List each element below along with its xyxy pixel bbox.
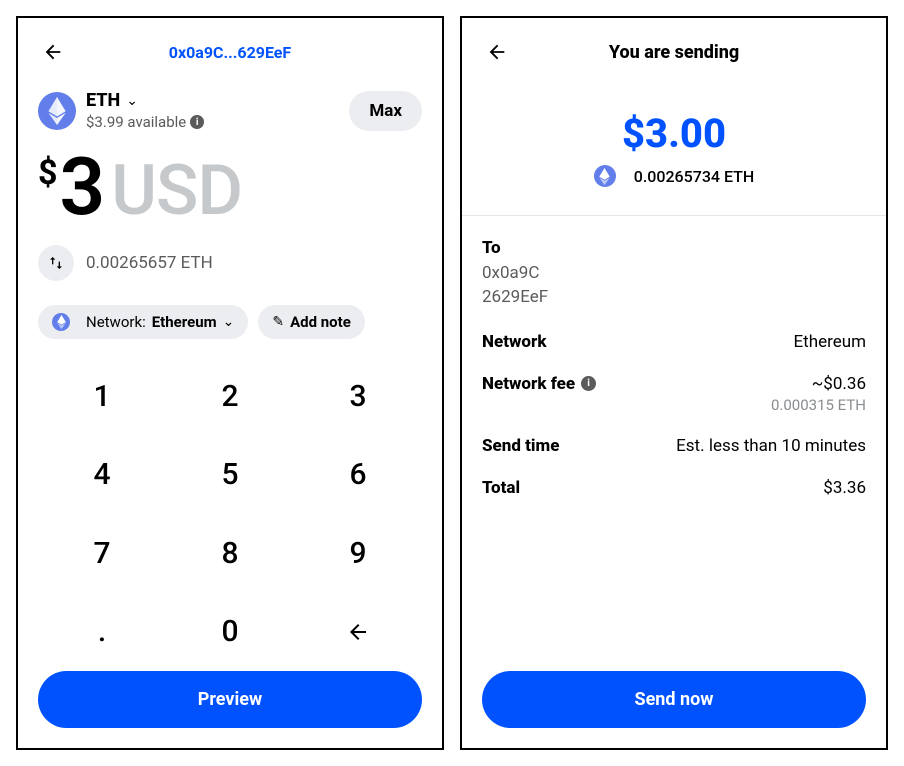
pencil-icon: ✎ <box>272 314 284 330</box>
conversion-row: 0.00265657 ETH <box>38 245 422 281</box>
numeric-keypad: 1 2 3 4 5 6 7 8 9 . 0 <box>38 357 422 671</box>
asset-symbol: ETH <box>86 90 120 111</box>
to-label: To <box>482 238 866 258</box>
network-selector[interactable]: Network: Ethereum ⌄ <box>38 305 248 339</box>
network-name: Ethereum <box>152 313 217 331</box>
info-icon[interactable]: i <box>190 115 204 129</box>
recipient-address-link[interactable]: 0x0a9C...629EeF <box>68 43 392 62</box>
fee-row: Network fee i ~$0.36 0.000315 ETH <box>482 374 866 414</box>
header: You are sending <box>482 36 866 68</box>
send-time-value: Est. less than 10 minutes <box>676 436 866 456</box>
to-address-line1: 0x0a9C <box>482 262 866 286</box>
arrow-left-icon <box>486 41 508 63</box>
send-amount-crypto: 0.00265734 ETH <box>634 167 755 186</box>
send-amount-crypto-row: 0.00265734 ETH <box>482 165 866 187</box>
details: To 0x0a9C 2629EeF Network Ethereum Netwo… <box>482 238 866 498</box>
network-row: Network Ethereum <box>482 332 866 352</box>
network-prefix: Network: <box>86 313 146 331</box>
key-3[interactable]: 3 <box>294 357 422 436</box>
total-label: Total <box>482 478 520 498</box>
preview-button[interactable]: Preview <box>38 671 422 728</box>
to-address-line2: 2629EeF <box>482 286 866 310</box>
eth-icon <box>594 165 616 187</box>
key-9[interactable]: 9 <box>294 514 422 593</box>
send-time-label: Send time <box>482 436 559 456</box>
max-button[interactable]: Max <box>349 91 422 131</box>
network-value: Ethereum <box>794 332 867 352</box>
arrow-left-icon <box>42 41 64 63</box>
options-row: Network: Ethereum ⌄ ✎ Add note <box>38 305 422 339</box>
currency-prefix: $ <box>38 153 58 193</box>
send-now-button[interactable]: Send now <box>482 671 866 728</box>
send-time-row: Send time Est. less than 10 minutes <box>482 436 866 456</box>
swap-currency-button[interactable] <box>38 245 74 281</box>
add-note-button[interactable]: ✎ Add note <box>258 305 364 339</box>
chevron-down-icon: ⌄ <box>126 93 138 109</box>
to-row: To 0x0a9C 2629EeF <box>482 238 866 310</box>
eth-icon <box>38 92 76 130</box>
send-confirm-screen: You are sending $3.00 0.00265734 ETH To … <box>460 16 888 750</box>
key-dot[interactable]: . <box>38 593 166 672</box>
key-5[interactable]: 5 <box>166 436 294 515</box>
fee-crypto: 0.000315 ETH <box>771 396 866 414</box>
total-value: $3.36 <box>823 478 866 498</box>
send-amount-fiat: $3.00 <box>482 110 866 157</box>
back-button[interactable] <box>482 41 512 63</box>
asset-selector-row: ETH ⌄ $3.99 available i Max <box>38 90 422 131</box>
amount-unit: USD <box>111 156 242 226</box>
info-icon[interactable]: i <box>581 376 596 391</box>
key-8[interactable]: 8 <box>166 514 294 593</box>
total-row: Total $3.36 <box>482 478 866 498</box>
arrow-left-icon <box>346 620 370 644</box>
key-0[interactable]: 0 <box>166 593 294 672</box>
header: 0x0a9C...629EeF <box>38 36 422 68</box>
key-2[interactable]: 2 <box>166 357 294 436</box>
key-1[interactable]: 1 <box>38 357 166 436</box>
key-4[interactable]: 4 <box>38 436 166 515</box>
key-7[interactable]: 7 <box>38 514 166 593</box>
key-6[interactable]: 6 <box>294 436 422 515</box>
network-label: Network <box>482 332 547 352</box>
divider <box>462 215 886 216</box>
swap-icon <box>48 255 64 271</box>
back-button[interactable] <box>38 41 68 63</box>
key-backspace[interactable] <box>294 593 422 672</box>
amount-display: $ 3 USD <box>38 147 422 227</box>
chevron-down-icon: ⌄ <box>223 314 235 330</box>
page-title: You are sending <box>512 42 836 63</box>
send-entry-screen: 0x0a9C...629EeF ETH ⌄ $3.99 available i … <box>16 16 444 750</box>
fee-fiat: ~$0.36 <box>812 374 866 394</box>
available-balance: $3.99 available i <box>86 113 204 131</box>
fee-label: Network fee <box>482 374 575 394</box>
asset-dropdown[interactable]: ETH ⌄ <box>86 90 204 111</box>
converted-amount: 0.00265657 ETH <box>86 253 213 273</box>
amount-value: 3 <box>60 147 104 227</box>
eth-icon <box>52 313 70 331</box>
